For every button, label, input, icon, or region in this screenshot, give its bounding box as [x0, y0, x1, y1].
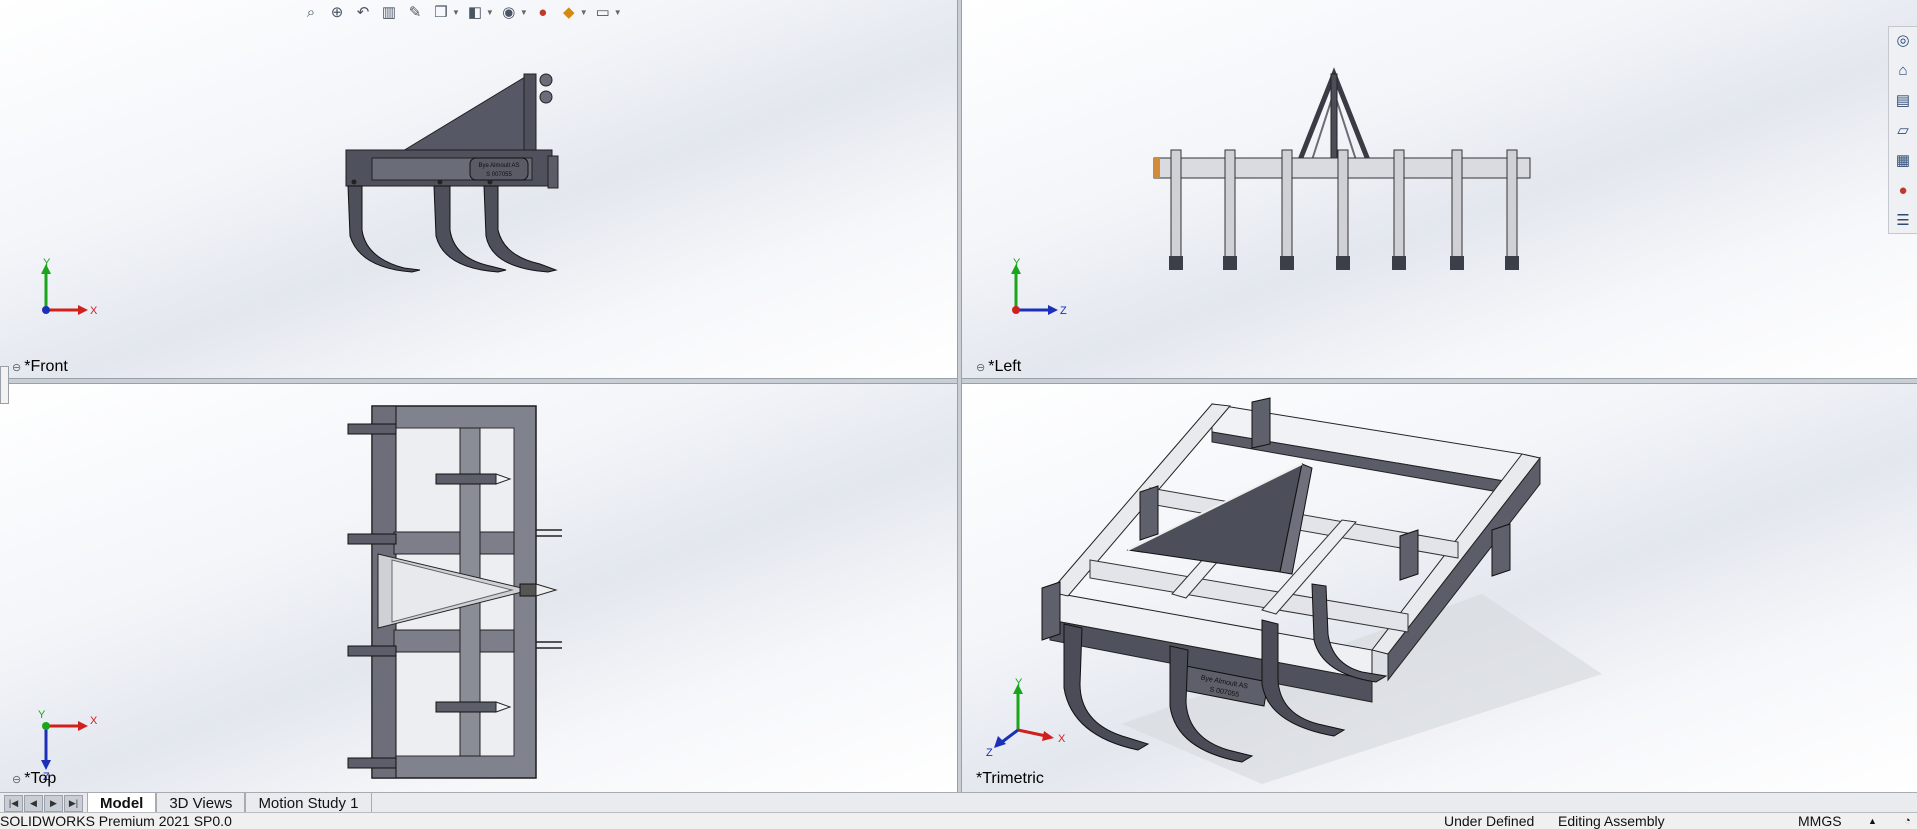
rebuild-status-icon[interactable]: ◔	[1904, 813, 1911, 829]
triad-top-label-x: X	[90, 715, 98, 727]
view-palette-icon[interactable]: ▦	[1889, 147, 1917, 173]
display-style-dropdown-icon[interactable]: ▼	[486, 8, 494, 17]
hide-show-dropdown-icon[interactable]: ▼	[520, 8, 528, 17]
solidworks-resources-icon[interactable]: ◎	[1889, 27, 1917, 53]
triad-front-label-y: Y	[43, 258, 51, 269]
task-pane-tabs: ◎ ⌂ ▤ ▱ ▦ ● ☰	[1888, 26, 1917, 234]
view-orientation-icon[interactable]: ❒	[430, 1, 452, 23]
scroll-next-tab-button[interactable]: ▶	[44, 795, 63, 812]
viewport-label-trimetric[interactable]: *Trimetric	[976, 770, 1044, 788]
link-views-icon[interactable]: ⊖	[12, 361, 21, 374]
hide-show-items-icon[interactable]: ◉	[498, 1, 520, 23]
zoom-to-fit-icon[interactable]: ⌕	[300, 1, 322, 23]
viewport-vertical-splitter[interactable]	[957, 0, 962, 792]
status-product: SOLIDWORKS Premium 2021 SP0.0	[0, 813, 232, 829]
units-dropdown-icon[interactable]: ▲	[1868, 813, 1877, 829]
display-style-icon[interactable]: ◧	[464, 1, 486, 23]
scroll-prev-tab-button[interactable]: ◀	[24, 795, 43, 812]
viewport-top[interactable]: X Z Y ⊖ *Top	[0, 384, 957, 792]
view-orientation-dropdown-icon[interactable]: ▼	[452, 8, 460, 17]
viewport-name: *Top	[24, 770, 57, 787]
triad-front-label-x: X	[90, 305, 98, 317]
edit-appearance-icon[interactable]: ●	[532, 1, 554, 23]
view-settings-dropdown-icon[interactable]: ▼	[614, 8, 622, 17]
section-view-icon[interactable]: ▥	[378, 1, 400, 23]
viewport-front[interactable]: Bye Almoult AS S 007055 Y X ⊖ *Front ⌕ ⊕…	[0, 0, 957, 378]
triad-tri-label-x: X	[1058, 733, 1066, 745]
triad-tri-label-y: Y	[1015, 678, 1023, 689]
front-view-model[interactable]: Bye Almoult AS S 007055	[0, 0, 957, 378]
home-icon[interactable]: ⌂	[1889, 57, 1917, 83]
dynamic-annotation-icon[interactable]: ✎	[404, 1, 426, 23]
viewport-trimetric[interactable]: Bye Almoult AS S 007055 Y X Z *Trimetric	[962, 384, 1917, 792]
viewport-name: *Trimetric	[976, 770, 1044, 787]
plate-text-line1: Bye Almoult AS	[478, 163, 519, 169]
feature-manager-collapse-handle[interactable]	[0, 366, 9, 404]
triad-left-label-y: Y	[1013, 258, 1021, 269]
apply-scene-icon[interactable]: ◆	[558, 1, 580, 23]
scroll-last-tab-button[interactable]: ▶|	[64, 795, 83, 812]
viewport-label-top[interactable]: ⊖ *Top	[12, 770, 56, 788]
zoom-to-area-icon[interactable]: ⊕	[326, 1, 348, 23]
heads-up-view-toolbar: ⌕ ⊕ ↶ ▥ ✎ ❒ ▼ ◧ ▼ ◉ ▼ ● ◆ ▼ ▭ ▼	[300, 0, 622, 24]
status-bar: SOLIDWORKS Premium 2021 SP0.0 Under Defi…	[0, 812, 1917, 829]
link-views-icon[interactable]: ⊖	[12, 773, 21, 786]
viewport-name: *Left	[988, 358, 1022, 375]
status-definition: Under Defined	[1444, 813, 1535, 829]
triad-tri-label-z: Z	[986, 747, 993, 759]
scroll-first-tab-button[interactable]: |◀	[4, 795, 23, 812]
tab-scroll-buttons: |◀ ◀ ▶ ▶|	[0, 793, 87, 813]
axis-triad-left: Y Z	[1011, 258, 1067, 317]
trimetric-view-model[interactable]: Bye Almoult AS S 007055	[962, 384, 1917, 792]
apply-scene-dropdown-icon[interactable]: ▼	[580, 8, 588, 17]
tab-3d-views[interactable]: 3D Views	[156, 793, 246, 813]
file-explorer-icon[interactable]: ▱	[1889, 117, 1917, 143]
axis-triad-top: X Z Y	[38, 709, 98, 780]
axis-triad-front: Y X	[41, 258, 98, 317]
viewport-left[interactable]: Y Z ⊖ *Left	[962, 0, 1917, 378]
viewport-label-left[interactable]: ⊖ *Left	[976, 358, 1021, 376]
triad-left-label-z: Z	[1060, 305, 1067, 317]
top-view-model[interactable]	[0, 384, 957, 792]
custom-properties-icon[interactable]: ☰	[1889, 207, 1917, 233]
tab-model[interactable]: Model	[87, 793, 157, 813]
previous-view-icon[interactable]: ↶	[352, 1, 374, 23]
viewport-label-front[interactable]: ⊖ *Front	[12, 358, 68, 376]
left-view-model[interactable]	[962, 0, 1917, 378]
plate-text-line2: S 007055	[486, 172, 512, 178]
link-views-icon[interactable]: ⊖	[976, 361, 985, 374]
triad-top-label-y: Y	[38, 709, 46, 721]
view-settings-icon[interactable]: ▭	[592, 1, 614, 23]
axis-triad-trimetric: Y X Z	[986, 678, 1066, 759]
status-mode: Editing Assembly	[1558, 813, 1665, 829]
bottom-tab-bar: |◀ ◀ ▶ ▶| Model 3D Views Motion Study 1	[0, 792, 1917, 813]
tab-motion-study-1[interactable]: Motion Study 1	[245, 793, 372, 813]
design-library-icon[interactable]: ▤	[1889, 87, 1917, 113]
units-selector[interactable]: MMGS	[1798, 813, 1842, 829]
viewport-name: *Front	[24, 358, 68, 375]
appearances-icon[interactable]: ●	[1889, 177, 1917, 203]
